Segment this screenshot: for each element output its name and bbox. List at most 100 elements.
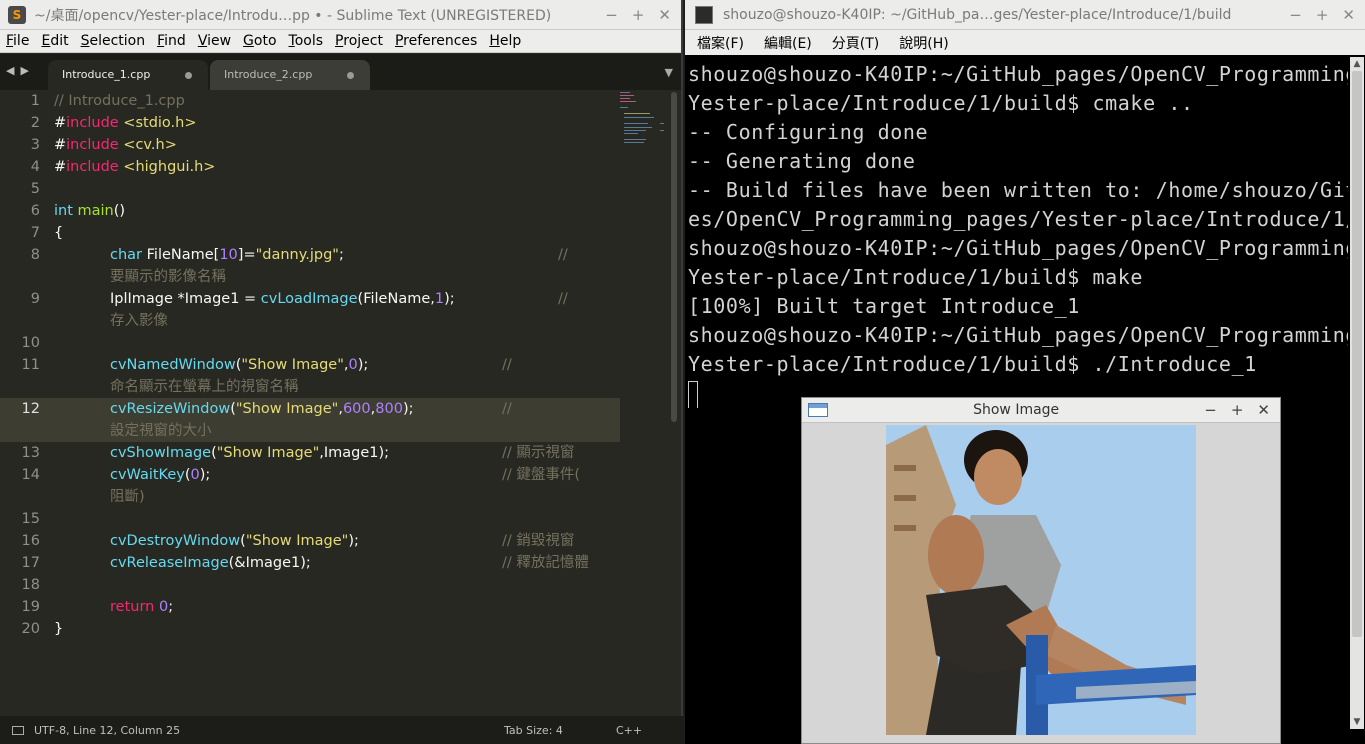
minimize-icon[interactable]: − [1204,401,1217,419]
line-number: 2 [30,115,40,131]
code-comment: // 顯示視窗 [502,445,575,461]
photo-illustration [886,425,1196,735]
menu-file[interactable]: 檔案(F) [685,33,752,53]
code-line: 11 cvNamedWindow("Show Image",0);// [0,354,620,376]
sublime-menubar: File Edit Selection Find View Goto Tools… [0,30,681,53]
terminal-line: -- Configuring done [688,120,929,144]
code-line: 4 #include <highgui.h> [0,156,620,178]
code-comment: // [558,291,568,307]
code-line: 18 [0,574,620,596]
code-comment: 阻斷) [110,489,145,505]
status-syntax[interactable]: C++ [616,724,642,737]
menu-project[interactable]: Project [329,33,389,49]
code-line: 2 #include <stdio.h> [0,112,620,134]
close-icon[interactable]: ✕ [658,6,671,24]
code-line: 15 [0,508,620,530]
menu-find[interactable]: Find [151,33,192,49]
maximize-icon[interactable]: + [1231,401,1244,419]
menu-goto[interactable]: Goto [237,33,282,49]
sublime-titlebar[interactable]: S ~/桌面/opencv/Yester-place/Introdu…pp • … [0,0,681,30]
unsaved-dot-icon[interactable] [185,72,192,79]
line-number: 18 [21,577,40,593]
close-icon[interactable]: ✕ [1257,401,1270,419]
tab-introduce-1[interactable]: Introduce_1.cpp [48,60,208,90]
code-line: 13 cvShowImage("Show Image",Image1);// 顯示… [0,442,620,464]
code-comment: // 鍵盤事件( [502,467,581,483]
line-number: 1 [30,93,40,109]
tab-bar: ◀▶ Introduce_1.cpp Introduce_2.cpp ▼ [0,54,681,90]
menu-file[interactable]: File [0,33,35,49]
menu-tools[interactable]: Tools [283,33,330,49]
code-line: 1 // Introduce_1.cpp [0,90,620,112]
code-comment: // 銷毀視窗 [502,533,575,549]
code-editor[interactable]: 1// Introduce_1.cpp 2 #include <stdio.h> … [0,90,668,716]
maximize-icon[interactable]: + [1316,6,1329,24]
code-comment: // [558,247,568,263]
scroll-up-icon[interactable]: ▲ [1350,57,1364,71]
sublime-app-icon: S [8,5,26,24]
menu-edit[interactable]: Edit [35,33,74,49]
code-comment: 命名顯示在螢幕上的視窗名稱 [110,379,299,395]
tab-nav-arrows-icon[interactable]: ◀▶ [6,64,35,77]
tab-dropdown-icon[interactable]: ▼ [665,66,673,79]
close-icon[interactable]: ✕ [1342,6,1355,24]
menu-help[interactable]: 說明(H) [887,33,956,53]
show-image-window: Show Image − + ✕ [801,397,1281,744]
terminal-window-title: shouzo@shouzo-K40IP: ~/GitHub_pa…ges/Yes… [723,6,1232,23]
terminal-line: -- Generating done [688,149,916,173]
menu-tabs[interactable]: 分頁(T) [820,33,887,53]
code-line: 16 cvDestroyWindow("Show Image");// 銷毀視窗 [0,530,620,552]
menu-selection[interactable]: Selection [75,33,152,49]
line-number: 12 [21,401,40,417]
scrollbar-thumb[interactable] [1352,71,1362,637]
window-icon [808,403,828,417]
code-comment: 要顯示的影像名稱 [110,269,226,285]
terminal-line: Yester-place/Introduce/1/build$ ./Introd… [688,352,1257,376]
code-line: 17 cvReleaseImage(&Image1);// 釋放記憶體 [0,552,620,574]
terminal-scrollbar[interactable]: ▲ ▼ [1350,57,1364,729]
scrollbar-thumb[interactable] [671,92,677,422]
image-window-titlebar[interactable]: Show Image − + ✕ [802,398,1280,423]
minimap[interactable] [620,90,668,150]
terminal-titlebar[interactable]: shouzo@shouzo-K40IP: ~/GitHub_pa…ges/Yes… [685,0,1365,30]
terminal-line: shouzo@shouzo-K40IP:~/GitHub_pages/OpenC… [688,236,1348,260]
line-number: 6 [30,203,40,219]
line-number: 14 [21,467,40,483]
displayed-photo [886,425,1196,735]
line-number: 19 [21,599,40,615]
line-number: 9 [30,291,40,307]
line-number: 16 [21,533,40,549]
code-line: 14 cvWaitKey(0);// 鍵盤事件( [0,464,620,486]
code-line: 5 [0,178,620,200]
minimize-icon[interactable]: − [605,6,618,24]
terminal-app-icon [695,5,713,24]
maximize-icon[interactable]: + [632,6,645,24]
code-line-wrap: 存入影像 [0,310,620,332]
unsaved-dot-icon[interactable] [347,72,354,79]
code-comment: // 釋放記憶體 [502,555,589,571]
tab-introduce-2[interactable]: Introduce_2.cpp [210,60,370,90]
terminal-cursor [688,380,698,408]
code-line-wrap: 要顯示的影像名稱 [0,266,620,288]
scroll-down-icon[interactable]: ▼ [1350,715,1364,729]
terminal-line: es/OpenCV_Programming_pages/Yester-place… [688,207,1348,231]
line-number: 20 [21,621,40,637]
code-comment: // [502,401,512,417]
line-number: 17 [21,555,40,571]
editor-scrollbar[interactable] [668,90,680,716]
menu-preferences[interactable]: Preferences [389,33,483,49]
line-number: 8 [30,247,40,263]
code-line: 8 char FileName[10]="danny.jpg";// [0,244,620,266]
panel-toggle-icon[interactable] [12,725,24,735]
tab-label: Introduce_2.cpp [224,68,313,81]
current-line: 12 cvResizeWindow("Show Image",600,800); /… [0,398,620,442]
code-line: 9 IplImage *Image1 = cvLoadImage(FileName… [0,288,620,310]
terminal-line: Yester-place/Introduce/1/build$ cmake .. [688,91,1194,115]
line-number: 4 [30,159,40,175]
status-tab-size[interactable]: Tab Size: 4 [504,724,616,737]
menu-view[interactable]: View [192,33,237,49]
minimize-icon[interactable]: − [1289,6,1302,24]
menu-edit[interactable]: 編輯(E) [752,33,820,53]
menu-help[interactable]: Help [483,33,527,49]
sublime-window: S ~/桌面/opencv/Yester-place/Introdu…pp • … [0,0,683,744]
